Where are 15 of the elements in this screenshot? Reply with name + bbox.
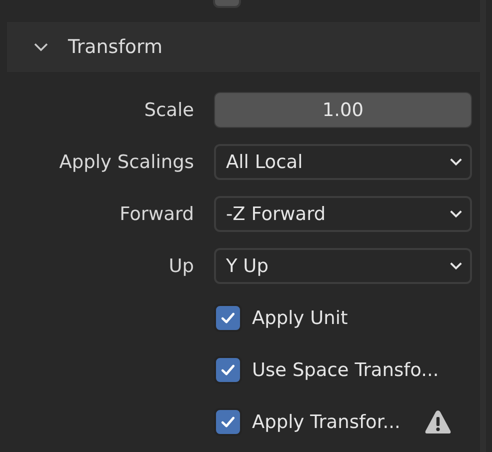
dropdown[interactable]: Y Up bbox=[214, 248, 472, 284]
dropdown[interactable]: -Z Forward bbox=[214, 196, 472, 232]
checkbox[interactable] bbox=[214, 356, 242, 384]
number-field[interactable]: 1.00 bbox=[214, 92, 472, 128]
field-label: Up bbox=[168, 256, 195, 276]
checkbox-label: Apply Unit bbox=[252, 308, 348, 328]
field-label: Apply Scalings bbox=[58, 152, 195, 172]
checkbox-label: Use Space Transfo... bbox=[252, 360, 439, 380]
dropdown[interactable]: All Local bbox=[214, 144, 472, 180]
checkbox[interactable] bbox=[214, 408, 242, 436]
checkbox-label: Apply Transfor... bbox=[252, 412, 400, 432]
field-label: Scale bbox=[143, 100, 195, 120]
field-label: Forward bbox=[118, 204, 195, 224]
checkbox[interactable] bbox=[214, 304, 242, 332]
panel-header[interactable]: Transform bbox=[7, 22, 480, 72]
